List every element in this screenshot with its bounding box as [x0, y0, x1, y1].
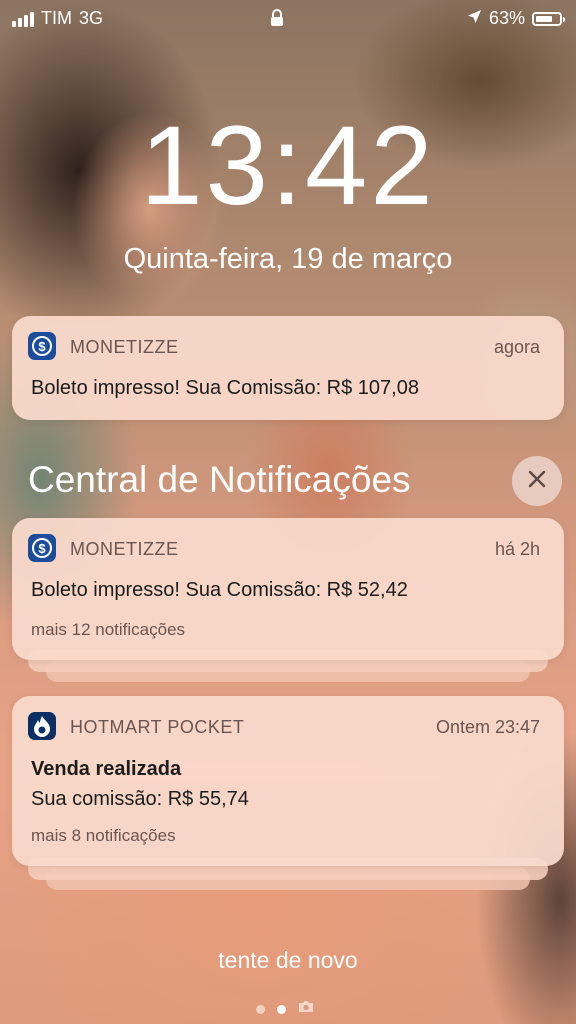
- notification-group-card[interactable]: $ MONETIZZE há 2h Boleto impresso! Sua C…: [12, 518, 564, 660]
- notification-group-card[interactable]: HOTMART POCKET Ontem 23:47 Venda realiza…: [12, 696, 564, 866]
- more-notifications-count: mais 12 notificações: [31, 620, 186, 639]
- signal-strength-icon: [12, 11, 34, 27]
- battery-percentage: 63%: [488, 8, 525, 28]
- notification-app-name: HOTMART POCKET: [70, 717, 245, 737]
- notification-time: há 2h: [494, 539, 540, 559]
- notification-app-name: MONETIZZE: [70, 539, 179, 559]
- notification-time: agora: [493, 337, 540, 357]
- more-notifications-count: mais 8 notificações: [31, 826, 176, 845]
- svg-text:$: $: [38, 339, 46, 354]
- battery-icon: [532, 11, 565, 26]
- notification-message: Boleto impresso! Sua Comissão: R$ 107,08: [31, 377, 419, 399]
- notification-message: Sua comissão: R$ 55,74: [31, 788, 249, 810]
- carrier-name: TIM: [41, 8, 72, 28]
- lock-screen-time: 13:42: [140, 103, 436, 228]
- notification-time: Ontem 23:47: [435, 717, 540, 737]
- monetizze-app-icon: $: [28, 534, 56, 562]
- hotmart-app-icon: [28, 712, 56, 740]
- notification-title: Venda realizada: [31, 758, 182, 780]
- notification-center-title: Central de Notificações: [28, 459, 411, 500]
- close-icon: [528, 470, 546, 493]
- notification-message: Boleto impresso! Sua Comissão: R$ 52,42: [31, 579, 408, 601]
- location-arrow-icon: [467, 8, 482, 29]
- page-indicator: [256, 1000, 314, 1018]
- monetizze-app-icon: $: [28, 332, 56, 360]
- status-bar: TIM 3G 63%: [0, 0, 576, 36]
- svg-text:$: $: [38, 541, 46, 556]
- notification-card[interactable]: $ MONETIZZE agora Boleto impresso! Sua C…: [12, 316, 564, 420]
- camera-icon[interactable]: [298, 1000, 314, 1018]
- notification-app-name: MONETIZZE: [70, 337, 179, 357]
- page-dot: [256, 1004, 265, 1014]
- page-dot-active: [277, 1004, 286, 1014]
- clear-notifications-button[interactable]: [512, 456, 562, 506]
- lock-screen-date: Quinta-feira, 19 de março: [123, 243, 453, 275]
- lock-icon: [270, 9, 284, 32]
- network-type: 3G: [79, 8, 104, 28]
- retry-hint: tente de novo: [218, 947, 358, 973]
